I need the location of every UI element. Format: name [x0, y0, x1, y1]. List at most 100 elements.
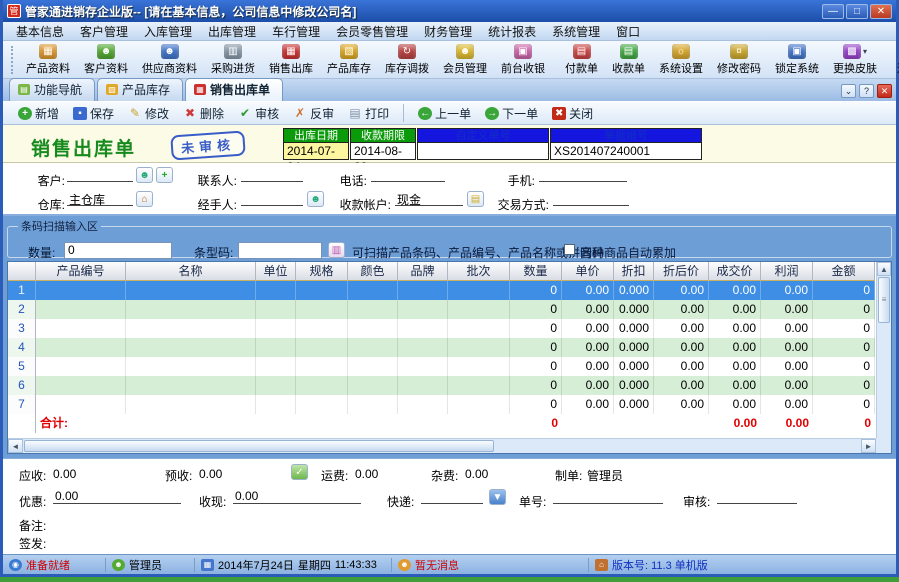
- billno-input[interactable]: [553, 489, 663, 504]
- grid-cell[interactable]: 0.00: [709, 300, 761, 319]
- grid-cell[interactable]: 0.000: [614, 300, 654, 319]
- toolbar-button-purchase-in[interactable]: ▥采购进货: [204, 42, 262, 78]
- grid-cell[interactable]: 0: [813, 281, 875, 300]
- toolbar-button-change-password[interactable]: ¤修改密码: [710, 42, 768, 78]
- grid-header-8[interactable]: 单价: [562, 262, 614, 281]
- contact-input[interactable]: [241, 167, 303, 182]
- tab-function-nav[interactable]: ▤功能导航: [9, 78, 95, 101]
- express-input[interactable]: [421, 489, 483, 504]
- tabs-close-icon[interactable]: ✕: [877, 84, 892, 98]
- menu-item-2[interactable]: 入库管理: [137, 21, 199, 42]
- warehouse-select-icon[interactable]: ⌂: [136, 191, 153, 207]
- grid-cell[interactable]: [448, 395, 510, 414]
- grid-cell[interactable]: [256, 319, 296, 338]
- grid-cell[interactable]: 0.00: [709, 319, 761, 338]
- grid-cell[interactable]: [348, 376, 398, 395]
- toolbar-button-pos-cashier[interactable]: ▣前台收银: [494, 42, 552, 78]
- status-message[interactable]: 暂无消息: [415, 557, 459, 573]
- toolbar-button-sales-out[interactable]: ▦销售出库: [262, 42, 320, 78]
- grid-cell[interactable]: 0.00: [562, 338, 614, 357]
- grid-cell[interactable]: 0: [510, 395, 562, 414]
- grid-cell[interactable]: [36, 281, 126, 300]
- grid-cell[interactable]: 0: [510, 319, 562, 338]
- grid-header-12[interactable]: 利润: [761, 262, 813, 281]
- toolbar-button-exit-system[interactable]: →退出系统: [890, 42, 899, 78]
- grid-header-9[interactable]: 折扣: [614, 262, 654, 281]
- menu-item-6[interactable]: 财务管理: [417, 21, 479, 42]
- grid-cell[interactable]: 0: [813, 338, 875, 357]
- grid-cell[interactable]: [126, 357, 256, 376]
- menu-item-3[interactable]: 出库管理: [201, 21, 263, 42]
- grid-cell[interactable]: [448, 357, 510, 376]
- grid-cell[interactable]: 0.00: [562, 300, 614, 319]
- grid-cell[interactable]: 0.00: [654, 376, 709, 395]
- grid-cell[interactable]: [126, 300, 256, 319]
- account-select-icon[interactable]: ▤: [467, 191, 484, 207]
- grid-cell[interactable]: [256, 395, 296, 414]
- horizontal-scroll-thumb[interactable]: [24, 440, 494, 452]
- toolbar-button-member-mgmt[interactable]: ☻会员管理: [436, 42, 494, 78]
- grid-cell[interactable]: 0.00: [562, 319, 614, 338]
- row-number-cell[interactable]: 2: [8, 300, 36, 319]
- grid-cell[interactable]: [36, 300, 126, 319]
- toolbar-button-supplier-data[interactable]: ☻供应商资料: [135, 42, 204, 78]
- grid-cell[interactable]: [348, 319, 398, 338]
- handler-input[interactable]: [241, 191, 303, 206]
- toolbar-button-system-settings[interactable]: ☼系统设置: [652, 42, 710, 78]
- grid-cell[interactable]: 0.000: [614, 281, 654, 300]
- grid-header-1[interactable]: 名称: [126, 262, 256, 281]
- grid-header-7[interactable]: 数量: [510, 262, 562, 281]
- grid-cell[interactable]: [36, 338, 126, 357]
- grid-cell[interactable]: [398, 300, 448, 319]
- grid-cell[interactable]: [448, 338, 510, 357]
- minimize-button[interactable]: —: [822, 4, 844, 19]
- grid-cell[interactable]: [348, 357, 398, 376]
- grid-cell[interactable]: [256, 281, 296, 300]
- scroll-right-icon[interactable]: ►: [861, 439, 876, 453]
- toolbar-button-receipt-bill[interactable]: ▤收款单: [605, 42, 652, 78]
- doc-save-button[interactable]: ▪保存: [68, 103, 119, 124]
- grid-cell[interactable]: [348, 281, 398, 300]
- barcode-scan-icon[interactable]: ▥: [328, 242, 345, 258]
- grid-cell[interactable]: [398, 281, 448, 300]
- doc-delete-button[interactable]: ✖删除: [178, 103, 229, 124]
- grid-cell[interactable]: 0.00: [709, 338, 761, 357]
- grid-cell[interactable]: 0.00: [709, 281, 761, 300]
- menu-item-0[interactable]: 基本信息: [9, 21, 71, 42]
- grid-cell[interactable]: [448, 376, 510, 395]
- grid-cell[interactable]: 0: [510, 357, 562, 376]
- grid-cell[interactable]: 0.00: [709, 395, 761, 414]
- menu-item-5[interactable]: 会员零售管理: [329, 21, 415, 42]
- grid-cell[interactable]: [296, 319, 348, 338]
- grid-cell[interactable]: [296, 300, 348, 319]
- trade-input[interactable]: [553, 191, 629, 206]
- grid-cell[interactable]: 0.000: [614, 395, 654, 414]
- toolbar-button-product-data[interactable]: ▦产品资料: [19, 42, 77, 78]
- grid-cell[interactable]: [36, 319, 126, 338]
- menu-item-9[interactable]: 窗口: [609, 21, 647, 42]
- toolbar-button-lock-system[interactable]: ▣锁定系统: [768, 42, 826, 78]
- grid-cell[interactable]: 0.00: [654, 281, 709, 300]
- doc-unaudit-button[interactable]: ✗反审: [288, 103, 339, 124]
- express-select-icon[interactable]: ▼: [489, 489, 506, 505]
- grid-header-11[interactable]: 成交价: [709, 262, 761, 281]
- grid-header-5[interactable]: 品牌: [398, 262, 448, 281]
- grid-cell[interactable]: [296, 338, 348, 357]
- menu-item-8[interactable]: 系统管理: [545, 21, 607, 42]
- grid-cell[interactable]: 0.00: [761, 395, 813, 414]
- doc-edit-button[interactable]: ✎修改: [123, 103, 174, 124]
- grid-cell[interactable]: [256, 300, 296, 319]
- doc-prev-order-button[interactable]: ←上一单: [413, 103, 476, 124]
- toolbar-button-customer-data[interactable]: ☻客户资料: [77, 42, 135, 78]
- calculator-icon[interactable]: ✓: [291, 464, 308, 480]
- grid-cell[interactable]: 0.00: [562, 357, 614, 376]
- header-box-value[interactable]: 2014-07-24: [283, 142, 349, 160]
- grid-cell[interactable]: 0: [813, 300, 875, 319]
- toolbar-button-payment-bill[interactable]: ▤付款单: [558, 42, 605, 78]
- header-box-value[interactable]: XS201407240001: [550, 142, 702, 160]
- grid-cell[interactable]: [256, 338, 296, 357]
- vertical-scroll-thumb[interactable]: ≡: [878, 277, 890, 323]
- grid-header-13[interactable]: 金额: [813, 262, 875, 281]
- grid-cell[interactable]: [126, 395, 256, 414]
- grid-vertical-scrollbar[interactable]: ▲ ≡: [876, 262, 891, 438]
